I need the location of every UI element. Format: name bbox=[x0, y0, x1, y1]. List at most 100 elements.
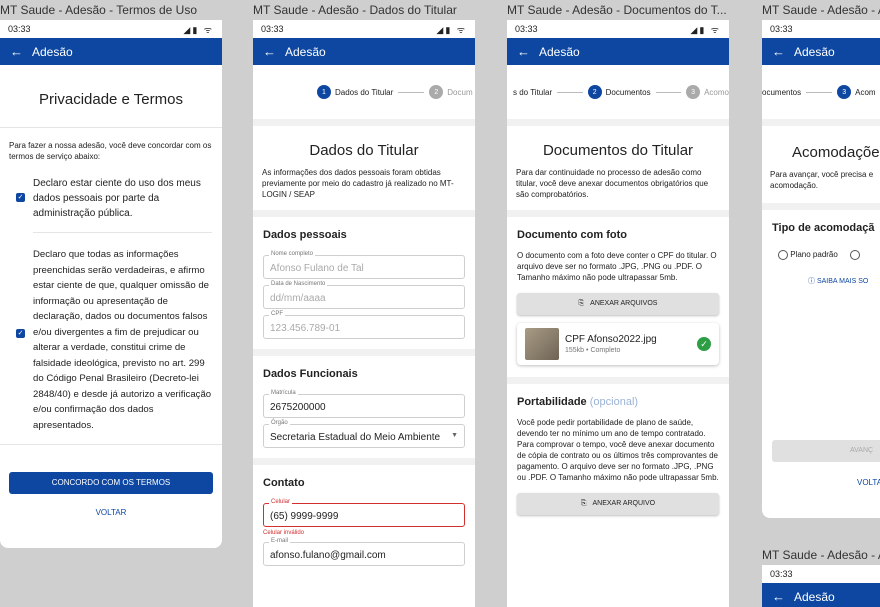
phone-field[interactable]: Celular (65) 9999-9999 bbox=[263, 499, 465, 527]
back-arrow-icon[interactable]: ← bbox=[772, 589, 785, 604]
file-name: CPF Afonso2022.jpg bbox=[565, 334, 657, 345]
back-arrow-icon[interactable]: ← bbox=[263, 44, 276, 59]
phone-screen: 03:33 ← Adesão ocumentos 3 Acom Acomodaçõ… bbox=[762, 20, 880, 518]
page-title: Privacidade e Termos bbox=[39, 91, 183, 108]
window-title: MT Saude - Adesão - Documentos do T... bbox=[507, 3, 727, 17]
app-bar-title: Adesão bbox=[285, 44, 326, 59]
section-functional: Dados Funcionais bbox=[263, 368, 358, 380]
portability-text: Você pode pedir portabilidade de plano d… bbox=[517, 418, 719, 482]
stepper: ocumentos 3 Acom bbox=[762, 65, 880, 119]
terms-check-1[interactable]: ✓ Declaro estar ciente do uso dos meus d… bbox=[16, 176, 212, 221]
docs-intro: Para dar continuidade no processo de ade… bbox=[516, 168, 709, 199]
signal-battery-wifi-icon: ◢▮ ᯤ bbox=[183, 24, 214, 35]
back-arrow-icon[interactable]: ← bbox=[772, 44, 785, 59]
paperclip-icon: ⎘ bbox=[578, 300, 585, 307]
file-card[interactable]: CPF Afonso2022.jpg 155kb • Completo ✓ bbox=[517, 323, 719, 365]
agency-select[interactable]: Órgão Secretaria Estadual do Meio Ambient… bbox=[263, 420, 465, 448]
registration-field[interactable]: Matrícula 2675200000 bbox=[263, 390, 465, 418]
app-bar: ← Adesão bbox=[507, 38, 729, 65]
file-thumbnail bbox=[525, 328, 559, 360]
signal-battery-wifi-icon: ◢▮ ᯤ bbox=[690, 24, 721, 35]
status-bar: 03:33 bbox=[762, 20, 880, 38]
status-bar: 03:33 ◢▮ ᯤ bbox=[507, 20, 729, 38]
radio-icon bbox=[850, 250, 861, 260]
terms-frame: MT Saude - Adesão - Termos de Uso 03:33 … bbox=[0, 0, 225, 607]
step-1[interactable]: s do Titular bbox=[513, 88, 552, 97]
accommodation-intro: Para avançar, você precisa e acomodação. bbox=[770, 170, 874, 190]
stepper: 1 Dados do Titular 2 Docum bbox=[253, 65, 475, 119]
info-icon: ⓘ bbox=[808, 278, 815, 285]
status-bar: 03:33 ◢▮ ᯤ bbox=[253, 20, 475, 38]
learn-more-link[interactable]: ⓘ SAIBA MAIS SO bbox=[808, 276, 880, 286]
file-size: 155kb bbox=[565, 347, 585, 354]
name-field: Nome completo Afonso Fulano de Tal bbox=[263, 251, 465, 279]
window-title: MT Saude - Adesão - Dados do Titular bbox=[253, 3, 457, 17]
app-bar: ← Adesão bbox=[762, 38, 880, 65]
attach-file-button[interactable]: ⎘ ANEXAR ARQUIVO bbox=[517, 493, 719, 515]
email-field[interactable]: E-mail afonso.fulano@gmail.com bbox=[263, 538, 465, 566]
app-bar-title: Adesão bbox=[539, 44, 580, 59]
section-contact: Contato bbox=[263, 477, 305, 489]
file-status: Completo bbox=[590, 347, 621, 354]
page-title: Acomodaçõe bbox=[792, 144, 880, 161]
phone-screen: 03:33 ◢▮ ᯤ ← Adesão s do Titular 2 Docume… bbox=[507, 20, 729, 607]
section-type: Tipo de acomodaçã bbox=[772, 222, 875, 234]
status-bar: 03:33 bbox=[762, 565, 880, 583]
window-title: MT Saude - Adesão - A bbox=[762, 548, 880, 562]
step-2[interactable]: ocumentos bbox=[762, 88, 801, 97]
section-photo-doc: Documento com foto bbox=[517, 229, 627, 241]
page-title: Dados do Titular bbox=[309, 142, 419, 159]
paperclip-icon: ⎘ bbox=[580, 500, 587, 507]
terms-check-2[interactable]: ✓ Declaro que todas as informações preen… bbox=[16, 247, 212, 433]
back-arrow-icon[interactable]: ← bbox=[10, 44, 23, 59]
cpf-field: CPF 123.456.789-01 bbox=[263, 311, 465, 339]
checkbox-checked-icon[interactable]: ✓ bbox=[16, 329, 25, 338]
titular-intro: As informações dos dados pessoais foram … bbox=[262, 168, 454, 199]
phone-screen: 03:33 ◢▮ ᯤ ← Adesão Privacidade e Termos… bbox=[0, 20, 222, 548]
accommodation-frame-2: MT Saude - Adesão - A 03:33 ← Adesão bbox=[762, 544, 880, 607]
documents-frame: MT Saude - Adesão - Documentos do T... 0… bbox=[507, 0, 732, 607]
phone-error: Celular inválido bbox=[263, 530, 305, 536]
status-time: 03:33 bbox=[770, 569, 793, 579]
app-bar: ← Adesão bbox=[762, 583, 880, 607]
page-title: Documentos do Titular bbox=[542, 142, 694, 159]
dropdown-arrow-icon: ▼ bbox=[451, 432, 458, 439]
agree-button[interactable]: CONCORDO COM OS TERMOS bbox=[9, 472, 213, 494]
status-time: 03:33 bbox=[8, 24, 31, 34]
check-2-text: Declaro que todas as informações preench… bbox=[33, 249, 212, 431]
step-3[interactable]: 3 Acom bbox=[837, 85, 876, 99]
radio-standard-plan[interactable]: Plano padrão bbox=[778, 250, 880, 260]
app-bar: ← Adesão bbox=[0, 38, 222, 65]
step-1[interactable]: 1 Dados do Titular bbox=[317, 85, 393, 99]
app-bar-title: Adesão bbox=[794, 44, 835, 59]
app-bar: ← Adesão bbox=[253, 38, 475, 65]
step-2[interactable]: 2 Documentos bbox=[587, 85, 651, 99]
status-time: 03:33 bbox=[515, 24, 538, 34]
step-2[interactable]: 2 Docum bbox=[429, 85, 473, 99]
attach-files-button[interactable]: ⎘ ANEXAR ARQUIVOS bbox=[517, 293, 719, 315]
titular-frame: MT Saude - Adesão - Dados do Titular 03:… bbox=[253, 0, 478, 607]
check-1-text: Declaro estar ciente do uso dos meus dad… bbox=[33, 178, 201, 219]
radio-icon bbox=[778, 250, 788, 260]
photo-doc-text: O documento com a foto deve conter o CPF… bbox=[517, 251, 717, 282]
app-bar-title: Adesão bbox=[794, 589, 835, 604]
signal-battery-wifi-icon: ◢▮ ᯤ bbox=[436, 24, 467, 35]
phone-screen: 03:33 ← Adesão bbox=[762, 565, 880, 607]
back-button[interactable]: VOLTA bbox=[857, 478, 880, 487]
next-button[interactable]: AVANÇ bbox=[772, 440, 880, 462]
back-button[interactable]: VOLTAR bbox=[0, 508, 222, 517]
step-3[interactable]: 3 Acomo bbox=[686, 85, 729, 99]
window-title: MT Saude - Adesão - A bbox=[762, 3, 880, 17]
stepper: s do Titular 2 Documentos 3 Acomo bbox=[507, 65, 729, 119]
accommodation-frame: MT Saude - Adesão - A 03:33 ← Adesão ocu… bbox=[762, 0, 880, 607]
back-arrow-icon[interactable]: ← bbox=[517, 44, 530, 59]
terms-intro: Para fazer a nossa adesão, você deve con… bbox=[9, 141, 212, 161]
check-circle-icon: ✓ bbox=[697, 337, 711, 351]
window-title: MT Saude - Adesão - Termos de Uso bbox=[0, 3, 197, 17]
section-portability: Portabilidade (opcional) bbox=[517, 396, 639, 408]
app-bar-title: Adesão bbox=[32, 44, 73, 59]
status-time: 03:33 bbox=[261, 24, 284, 34]
phone-screen: 03:33 ◢▮ ᯤ ← Adesão 1 Dados do Titular 2D… bbox=[253, 20, 475, 607]
section-personal: Dados pessoais bbox=[263, 229, 347, 241]
checkbox-checked-icon[interactable]: ✓ bbox=[16, 193, 25, 202]
